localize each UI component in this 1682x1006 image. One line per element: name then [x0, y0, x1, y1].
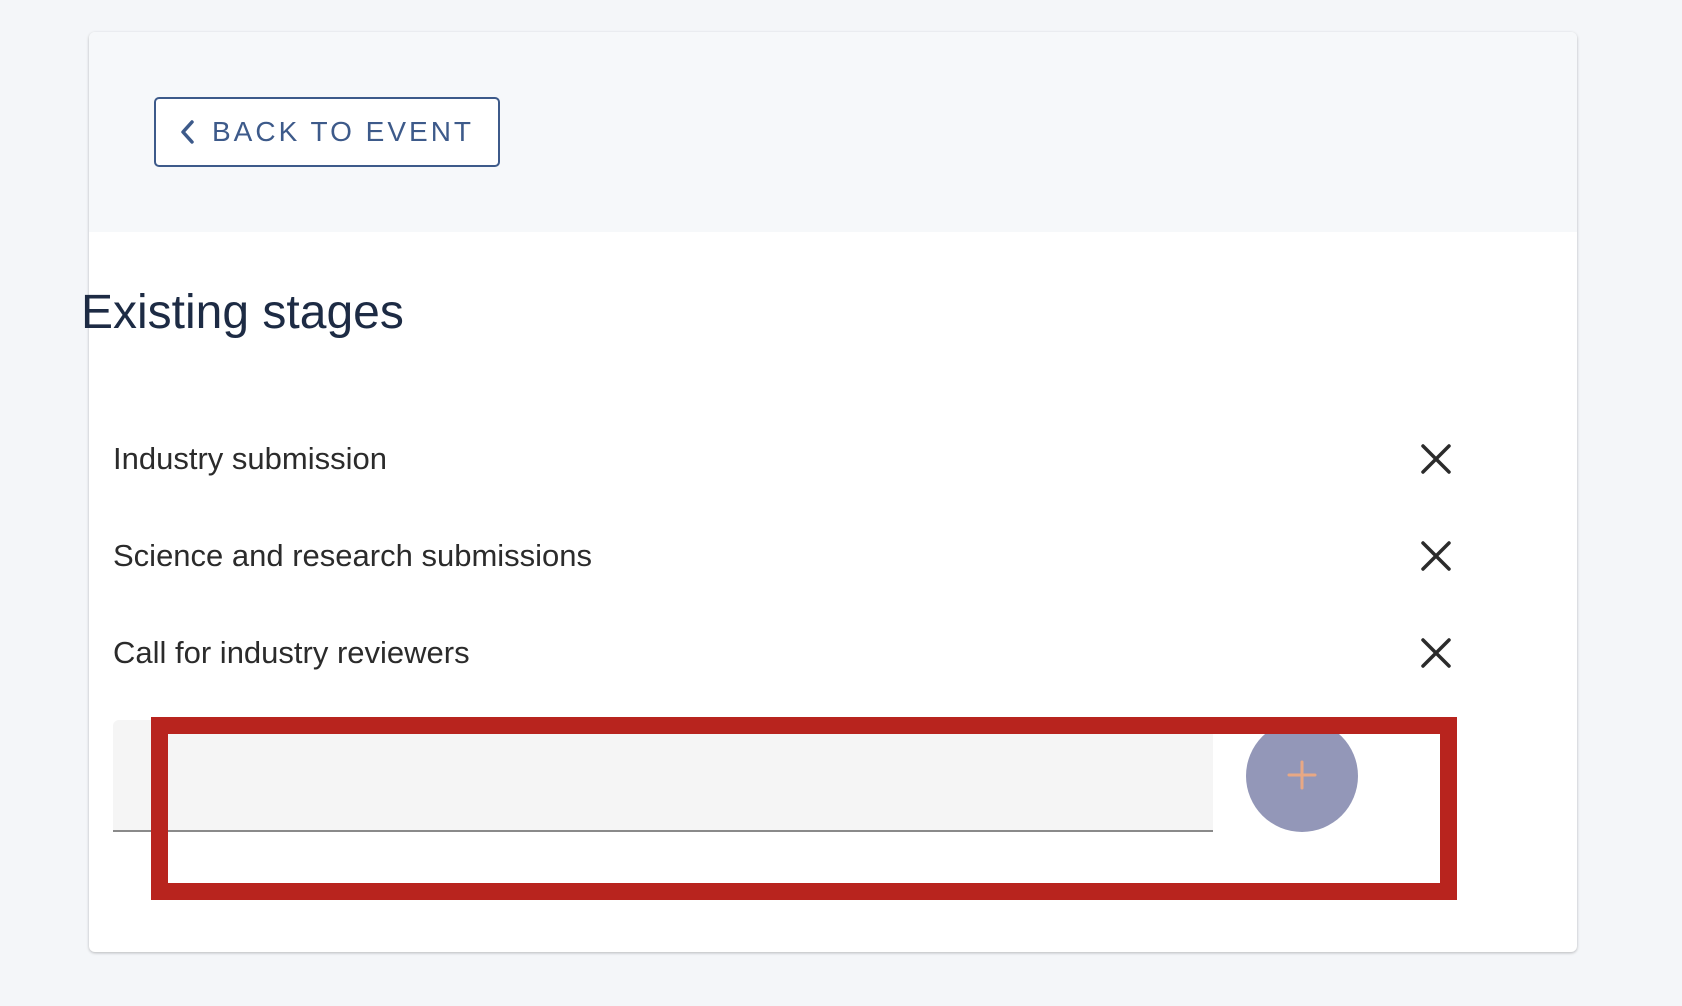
stage-label: Industry submission [113, 441, 387, 476]
stage-item: Call for industry reviewers [113, 618, 1473, 688]
back-to-event-label: BACK TO EVENT [212, 116, 475, 147]
new-stage-input[interactable] [113, 720, 1213, 832]
add-stage-button[interactable] [1246, 720, 1358, 832]
section-title: Existing stages [81, 286, 404, 339]
chevron-left-icon [178, 118, 198, 146]
stage-label: Science and research submissions [113, 538, 593, 573]
stage-item: Industry submission [113, 424, 1473, 494]
close-icon[interactable] [1418, 441, 1454, 477]
stage-item: Science and research submissions [113, 521, 1473, 591]
back-to-event-button[interactable]: BACK TO EVENT [154, 97, 500, 167]
close-icon[interactable] [1418, 538, 1454, 574]
plus-icon [1285, 758, 1319, 795]
card-header: BACK TO EVENT [89, 32, 1577, 232]
close-icon[interactable] [1418, 635, 1454, 671]
stage-label: Call for industry reviewers [113, 635, 470, 670]
